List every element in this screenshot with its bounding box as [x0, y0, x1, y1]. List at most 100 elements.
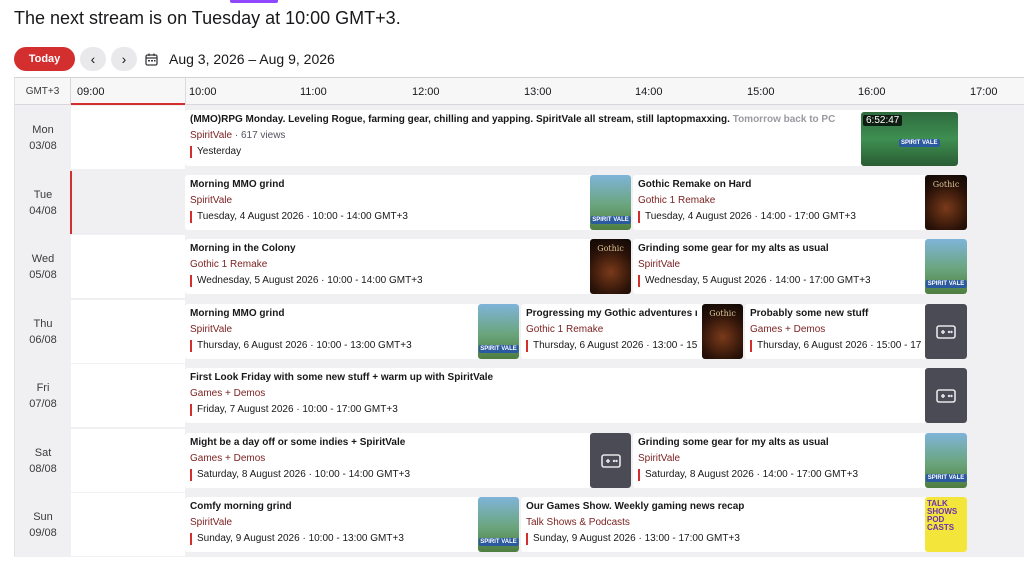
category-thumbnail[interactable]: SPIRIT VALE: [478, 497, 519, 552]
hour-label: 09:00: [77, 86, 105, 98]
hour-label: 11:00: [300, 86, 327, 98]
timezone-label: GMT+3: [15, 78, 71, 105]
day-name: Wed: [31, 253, 55, 265]
schedule-event[interactable]: Might be a day off or some indies + Spir…: [185, 433, 631, 488]
event-time: Wednesday, 5 August 2026 · 14:00 - 17:00…: [638, 275, 921, 287]
spiritvale-logo: SPIRIT VALE: [478, 538, 519, 546]
category-thumbnail[interactable]: [925, 304, 967, 359]
top-tab-indicator: [230, 0, 278, 3]
event-title: Grinding some gear for my alts as usual: [638, 437, 829, 448]
gamepad-icon: [600, 453, 621, 468]
day-date: 06/08: [29, 334, 57, 346]
category-thumbnail[interactable]: Gothic: [702, 304, 743, 359]
gamepad-icon: [936, 388, 956, 403]
today-marker: [70, 171, 72, 234]
event-category[interactable]: SpiritVale: [190, 324, 473, 336]
day-date: 03/08: [29, 140, 57, 152]
schedule-event[interactable]: Morning in the Colony Gothic 1 Remake We…: [185, 239, 631, 294]
past-stream-title: (MMO)RPG Monday. Leveling Rogue, farming…: [190, 113, 858, 126]
event-category[interactable]: Games + Demos: [190, 453, 585, 465]
category-thumbnail[interactable]: Gothic: [590, 239, 631, 294]
past-cell: [71, 429, 185, 492]
event-time: Tuesday, 4 August 2026 · 14:00 - 17:00 G…: [638, 211, 921, 223]
event-title: Gothic Remake on Hard: [638, 179, 752, 190]
event-category[interactable]: Gothic 1 Remake: [526, 324, 697, 336]
day-label-wed: Wed 05/08: [15, 235, 71, 299]
category-thumbnail[interactable]: SPIRIT VALE: [925, 239, 967, 294]
event-time: Sunday, 9 August 2026 · 10:00 - 13:00 GM…: [190, 533, 473, 545]
event-category[interactable]: SpiritVale: [638, 259, 921, 271]
hour-tick: [185, 78, 186, 105]
schedule-event[interactable]: Comfy morning grind SpiritVale Sunday, 9…: [185, 497, 519, 552]
chevron-left-icon: ‹: [90, 51, 96, 67]
event-title: Morning MMO grind: [190, 179, 285, 190]
gamepad-icon: [936, 324, 956, 339]
category-thumbnail[interactable]: [590, 433, 631, 488]
past-stream-card[interactable]: (MMO)RPG Monday. Leveling Rogue, farming…: [185, 110, 958, 166]
calendar-icon[interactable]: [144, 52, 158, 66]
category-thumbnail[interactable]: SPIRIT VALE: [478, 304, 519, 359]
day-name: Thu: [33, 318, 53, 330]
schedule-toolbar: Today ‹ › Aug 3, 2026 – Aug 9, 2026: [14, 47, 335, 71]
category-thumbnail[interactable]: SPIRIT VALE: [925, 433, 967, 488]
category-thumbnail[interactable]: SPIRIT VALE: [590, 175, 631, 230]
category-thumbnail[interactable]: Gothic: [925, 175, 967, 230]
event-category[interactable]: Gothic 1 Remake: [190, 259, 585, 271]
event-title: Grinding some gear for my alts as usual: [638, 243, 829, 254]
event-category[interactable]: SpiritVale: [190, 195, 585, 207]
schedule-event[interactable]: Gothic Remake on Hard Gothic 1 Remake Tu…: [633, 175, 967, 230]
schedule-event[interactable]: Morning MMO grind SpiritVale Tuesday, 4 …: [185, 175, 631, 230]
prev-week-button[interactable]: ‹: [80, 47, 106, 71]
current-time-underline: [71, 103, 185, 105]
event-title: Progressing my Gothic adventures more: [526, 308, 697, 319]
event-title: Probably some new stuff: [750, 308, 869, 319]
today-button[interactable]: Today: [14, 47, 75, 71]
event-category[interactable]: Gothic 1 Remake: [638, 195, 921, 207]
day-date: 05/08: [29, 269, 57, 281]
event-category[interactable]: SpiritVale: [638, 453, 921, 465]
event-title: Comfy morning grind: [190, 501, 292, 512]
event-time: Thursday, 6 August 2026 · 13:00 - 15:00 …: [526, 340, 697, 352]
event-time: Friday, 7 August 2026 · 10:00 - 17:00 GM…: [190, 404, 921, 416]
schedule-event[interactable]: First Look Friday with some new stuff + …: [185, 368, 967, 423]
schedule-event[interactable]: Grinding some gear for my alts as usual …: [633, 433, 967, 488]
vod-thumbnail[interactable]: 6:52:47 SPIRIT VALE: [861, 112, 958, 166]
event-category[interactable]: Games + Demos: [750, 324, 921, 336]
schedule-event[interactable]: Progressing my Gothic adventures more Go…: [521, 304, 743, 359]
hour-label: 14:00: [635, 86, 663, 98]
event-time: Saturday, 8 August 2026 · 14:00 - 17:00 …: [638, 469, 921, 481]
category-thumbnail[interactable]: [925, 368, 967, 423]
schedule-event[interactable]: Grinding some gear for my alts as usual …: [633, 239, 967, 294]
hour-label: 13:00: [524, 86, 552, 98]
past-stream-when: Yesterday: [190, 146, 858, 158]
hour-label: 12:00: [412, 86, 440, 98]
talk-shows-logo: TALK SHOWS POD CASTS: [927, 499, 958, 532]
event-title: Morning in the Colony: [190, 243, 296, 254]
past-stream-category[interactable]: SpiritVale: [190, 130, 232, 141]
event-time: Thursday, 6 August 2026 · 10:00 - 13:00 …: [190, 340, 473, 352]
vod-duration: 6:52:47: [863, 115, 903, 126]
past-stream-meta: SpiritVale · 617 views: [190, 130, 858, 142]
hour-label: 17:00: [970, 86, 998, 98]
event-category[interactable]: SpiritVale: [190, 517, 473, 529]
past-cell: [71, 364, 185, 427]
event-time: Wednesday, 5 August 2026 · 10:00 - 14:00…: [190, 275, 585, 287]
event-title: Might be a day off or some indies + Spir…: [190, 437, 406, 448]
category-thumbnail[interactable]: TALK SHOWS POD CASTS: [925, 497, 967, 552]
day-name: Sun: [33, 511, 53, 523]
schedule-grid: GMT+3 09:00 10:00 11:00 12:00 13:00 14:0…: [14, 77, 1024, 557]
schedule-event[interactable]: Morning MMO grind SpiritVale Thursday, 6…: [185, 304, 519, 359]
event-category[interactable]: Talk Shows & Podcasts: [526, 517, 921, 529]
past-cell: [71, 235, 185, 298]
day-date: 08/08: [29, 463, 57, 475]
day-label-thu: Thu 06/08: [15, 300, 71, 364]
spiritvale-logo: SPIRIT VALE: [899, 139, 940, 147]
schedule-event[interactable]: Our Games Show. Weekly gaming news recap…: [521, 497, 967, 552]
past-stream-views: · 617 views: [232, 130, 286, 141]
next-week-button[interactable]: ›: [111, 47, 137, 71]
event-time: Sunday, 9 August 2026 · 13:00 - 17:00 GM…: [526, 533, 921, 545]
day-name: Tue: [33, 189, 53, 201]
event-category[interactable]: Games + Demos: [190, 388, 921, 400]
schedule-event[interactable]: Probably some new stuff Games + Demos Th…: [745, 304, 967, 359]
spiritvale-logo: SPIRIT VALE: [478, 345, 519, 353]
